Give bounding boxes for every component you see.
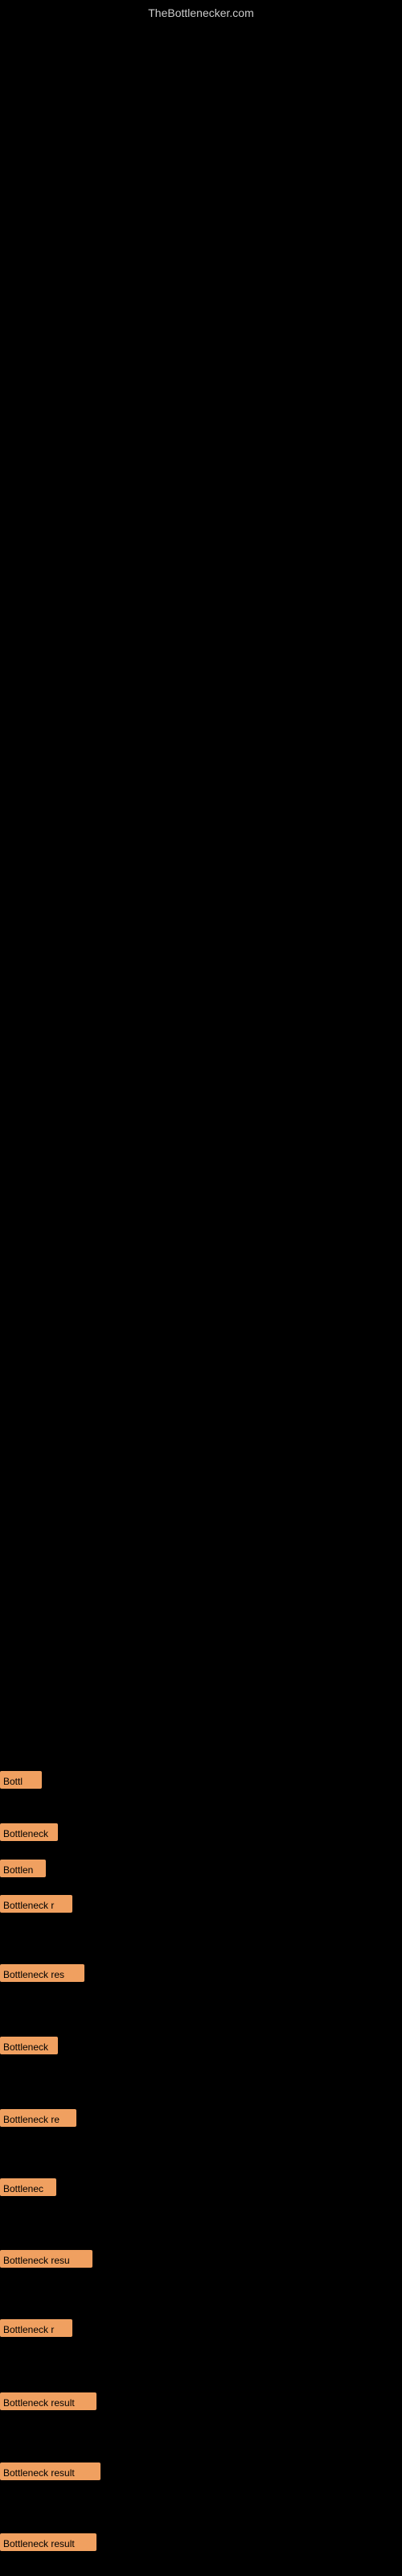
bottleneck-result-item: Bottleneck r (0, 1895, 72, 1913)
bottleneck-result-item: Bottleneck result (0, 2462, 100, 2480)
bottleneck-result-item: Bottlen (0, 1860, 46, 1877)
bottleneck-result-item: Bottl (0, 1771, 42, 1789)
bottleneck-result-item: Bottleneck r (0, 2319, 72, 2337)
bottleneck-result-item: Bottleneck res (0, 1964, 84, 1982)
bottleneck-result-item: Bottleneck re (0, 2109, 76, 2127)
bottleneck-result-item: Bottleneck result (0, 2533, 96, 2551)
bottleneck-result-item: Bottleneck (0, 1823, 58, 1841)
bottleneck-result-item: Bottlenec (0, 2178, 56, 2196)
bottleneck-result-item: Bottleneck resu (0, 2250, 92, 2268)
site-title: TheBottlenecker.com (148, 6, 254, 19)
bottleneck-result-item: Bottleneck (0, 2037, 58, 2054)
bottleneck-result-item: Bottleneck result (0, 2392, 96, 2410)
